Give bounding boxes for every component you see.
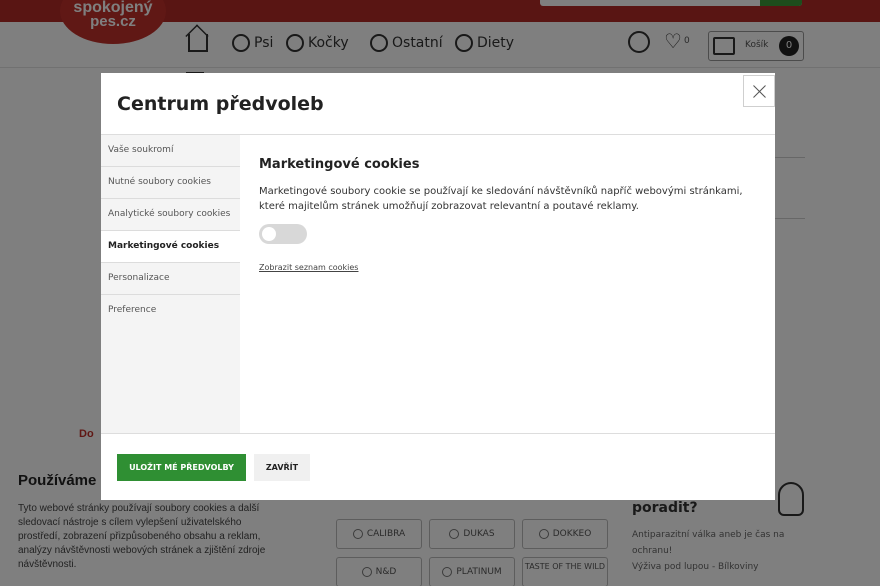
modal-title: Centrum předvoleb — [117, 93, 324, 115]
sidebar-item-personalization[interactable]: Personalizace — [101, 263, 240, 295]
modal-header: Centrum předvoleb — [101, 73, 775, 135]
preference-content: Marketingové cookies Marketingové soubor… — [240, 135, 775, 433]
close-button[interactable]: ZAVŘÍT — [254, 454, 310, 481]
close-icon[interactable] — [743, 75, 775, 107]
toggle-knob — [262, 227, 276, 241]
preference-center-modal: Centrum předvoleb Vaše soukromí Nutné so… — [101, 73, 775, 500]
sidebar-item-analytics[interactable]: Analytické soubory cookies — [101, 199, 240, 231]
sidebar-item-preferences[interactable]: Preference — [101, 295, 240, 327]
marketing-cookies-toggle[interactable] — [259, 224, 307, 244]
preference-sidebar: Vaše soukromí Nutné soubory cookies Anal… — [101, 135, 240, 433]
section-heading: Marketingové cookies — [259, 157, 420, 172]
sidebar-item-privacy[interactable]: Vaše soukromí — [101, 135, 240, 167]
section-description: Marketingové soubory cookie se používají… — [259, 186, 743, 212]
modal-footer: ULOŽIT MÉ PŘEDVOLBY ZAVŘÍT — [101, 433, 775, 500]
sidebar-item-necessary[interactable]: Nutné soubory cookies — [101, 167, 240, 199]
save-preferences-button[interactable]: ULOŽIT MÉ PŘEDVOLBY — [117, 454, 246, 481]
show-cookies-list-link[interactable]: Zobrazit seznam cookies — [259, 263, 358, 272]
sidebar-item-marketing[interactable]: Marketingové cookies — [101, 231, 240, 263]
